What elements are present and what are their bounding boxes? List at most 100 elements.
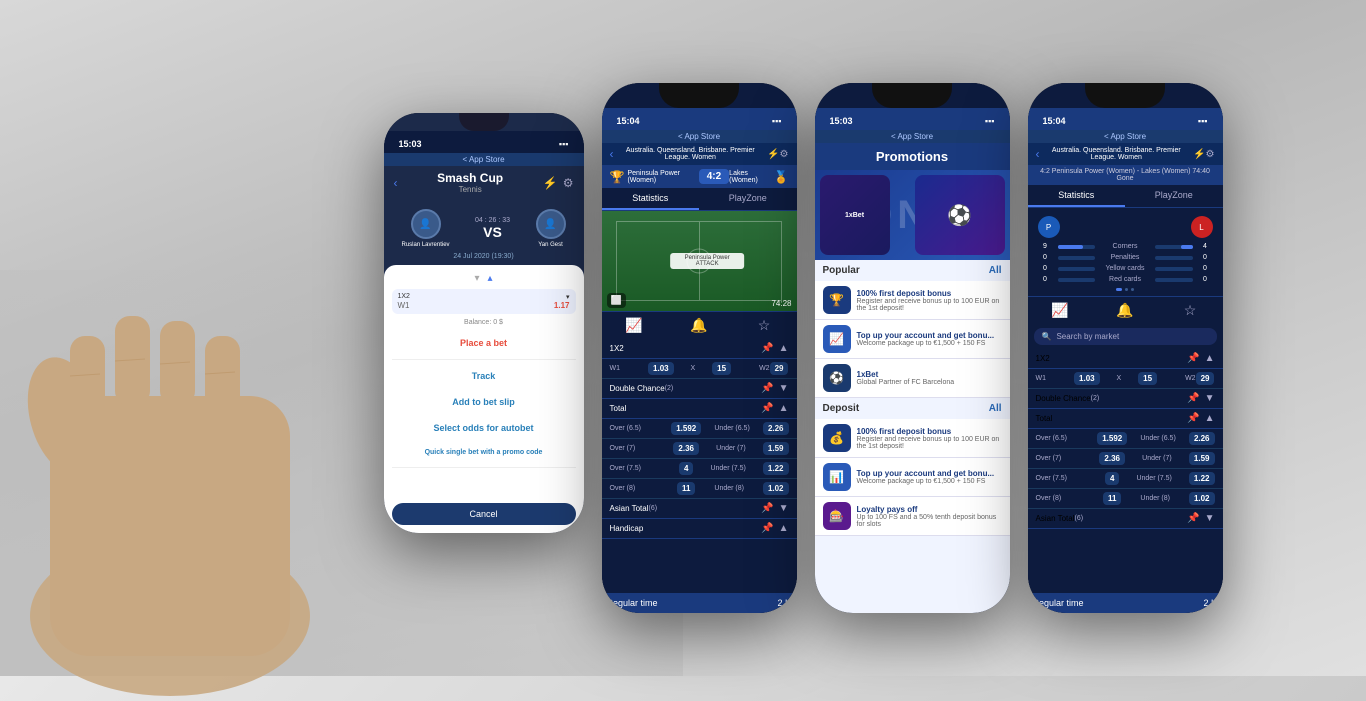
phone-2-settings[interactable]: ⚙: [780, 149, 789, 160]
phone-3-screen: 15:03 ▪▪▪ < App Store Promotions BONUS ⚽: [815, 83, 1010, 613]
cancel-button[interactable]: Cancel: [392, 503, 576, 525]
p4-total-pin[interactable]: 📌: [1187, 413, 1199, 424]
promo-item-3[interactable]: ⚽ 1xBet Global Partner of FC Barcelona: [815, 359, 1010, 398]
p4-over8-val[interactable]: 11: [1103, 492, 1121, 505]
promo-button[interactable]: Quick single bet with a promo code: [392, 443, 576, 462]
p4-w2-val[interactable]: 29: [1196, 372, 1215, 385]
w2-val[interactable]: 29: [770, 362, 789, 375]
1x2-label: 1X2: [610, 344, 624, 353]
collapse-icon[interactable]: ▲: [779, 343, 789, 354]
nav-star[interactable]: ☆: [732, 317, 797, 334]
bet-odds-val: 1.17: [554, 301, 570, 310]
double-chance-pin[interactable]: 📌: [761, 383, 773, 394]
phone-4-lightning[interactable]: ⚡: [1193, 149, 1205, 160]
phone-4-pin[interactable]: 📌: [1187, 353, 1199, 364]
1x2-odds-row: W1 1.03 X 15 W2 29: [602, 359, 797, 379]
phone-1-match-info: 👤 Ruslan Lavrentiev 04 : 26 : 33 VS 👤 Ya…: [384, 199, 584, 265]
p4-over7-val[interactable]: 2.36: [1099, 452, 1125, 465]
deposit-all[interactable]: All: [989, 403, 1002, 414]
phone-4-notch: [1085, 83, 1165, 108]
promo-item-2[interactable]: 📈 Top up your account and get bonu... We…: [815, 320, 1010, 359]
phone-2-wrapper: 15:04 ▪▪▪ < App Store ‹ Australia. Queen…: [602, 83, 797, 613]
phone-1-back[interactable]: ‹: [394, 176, 398, 190]
phone-4-search[interactable]: 🔍 Search by market: [1034, 328, 1217, 345]
promo-item-1[interactable]: 🏆 100% first deposit bonus Register and …: [815, 281, 1010, 320]
double-chance-collapse[interactable]: ▼: [779, 383, 789, 394]
asian-pin[interactable]: 📌: [761, 503, 773, 514]
p4-under7-val[interactable]: 1.59: [1189, 452, 1215, 465]
phone-4-regular-time-bar: Regular time 2 H: [1028, 593, 1223, 613]
handicap-pin[interactable]: 📌: [761, 523, 773, 534]
place-bet-button[interactable]: Place a bet: [392, 332, 576, 354]
bet-type: W1: [398, 301, 410, 310]
phone-4-settings[interactable]: ⚙: [1206, 149, 1215, 160]
phone-2-back[interactable]: ‹: [610, 147, 614, 161]
nav-chart[interactable]: 📈: [602, 317, 667, 334]
popular-all[interactable]: All: [989, 265, 1002, 276]
under7-val[interactable]: 1.59: [763, 442, 789, 455]
p4-asian-pin[interactable]: 📌: [1187, 513, 1199, 524]
p4-under8-val[interactable]: 1.02: [1189, 492, 1215, 505]
track-button[interactable]: Track: [392, 365, 576, 387]
nav-bell[interactable]: 🔔: [667, 317, 732, 334]
promo-icon-1: 🏆: [823, 286, 851, 314]
p4-asian-collapse[interactable]: ▼: [1205, 513, 1215, 524]
settings-icon[interactable]: ⚙: [563, 176, 574, 190]
phone-2-tab-playzone[interactable]: PlayZone: [699, 188, 797, 210]
phone-4-app-store[interactable]: < App Store: [1028, 130, 1223, 143]
asian-collapse[interactable]: ▼: [779, 503, 789, 514]
phone-2-lightning[interactable]: ⚡: [767, 149, 779, 160]
deposit-item-1[interactable]: 💰 100% first deposit bonus Register and …: [815, 419, 1010, 458]
phone-2-tab-statistics[interactable]: Statistics: [602, 188, 700, 210]
phone-3-promo-header: Promotions: [815, 143, 1010, 170]
under75-val[interactable]: 1.22: [763, 462, 789, 475]
phone-4-tab-statistics[interactable]: Statistics: [1028, 185, 1126, 207]
phone-4-nav-bell[interactable]: 🔔: [1093, 302, 1158, 319]
penalties-left-val: 0: [1038, 254, 1053, 261]
deposit-item-3[interactable]: 🎰 Loyalty pays off Up to 100 FS and a 50…: [815, 497, 1010, 536]
deposit-item-2[interactable]: 📊 Top up your account and get bonu... We…: [815, 458, 1010, 497]
p4-over65-val[interactable]: 1.592: [1097, 432, 1127, 445]
over8-val[interactable]: 11: [677, 482, 695, 495]
autobet-button[interactable]: Select odds for autobet: [392, 417, 576, 439]
p4-total-collapse[interactable]: ▲: [1205, 413, 1215, 424]
w1-val[interactable]: 1.03: [648, 362, 674, 375]
total-pin[interactable]: 📌: [761, 403, 773, 414]
phone-1-time: 15:03: [399, 139, 422, 149]
p4-w1-val[interactable]: 1.03: [1074, 372, 1100, 385]
p4-over75-val[interactable]: 4: [1105, 472, 1119, 485]
total-collapse[interactable]: ▲: [779, 403, 789, 414]
yellow-right-val: 0: [1198, 265, 1213, 272]
over75-val[interactable]: 4: [679, 462, 693, 475]
player-2-avatar: 👤: [536, 209, 566, 239]
phone-3-app-store[interactable]: < App Store: [815, 130, 1010, 143]
w1-label: W1: [610, 365, 649, 372]
phone-3-icons: ▪▪▪: [985, 116, 995, 126]
phone-4-nav-chart[interactable]: 📈: [1028, 302, 1093, 319]
team-logos-right: L: [1191, 216, 1213, 238]
under65-val[interactable]: 2.26: [763, 422, 789, 435]
x-val[interactable]: 15: [712, 362, 731, 375]
p4-x-val[interactable]: 15: [1138, 372, 1157, 385]
handicap-collapse[interactable]: ▲: [779, 523, 789, 534]
p4-under75-label: Under (7.5): [1119, 475, 1188, 482]
p4-double-pin[interactable]: 📌: [1187, 393, 1199, 404]
field-icon[interactable]: ⬜: [607, 293, 626, 308]
under8-val[interactable]: 1.02: [763, 482, 789, 495]
add-slip-button[interactable]: Add to bet slip: [392, 391, 576, 413]
bet-slip-controls: ▾ ▴: [392, 273, 576, 284]
phone-2-app-store[interactable]: < App Store: [602, 130, 797, 143]
pin-icon[interactable]: 📌: [761, 343, 773, 354]
phone-4-nav-star[interactable]: ☆: [1158, 302, 1223, 319]
phone-4-collapse[interactable]: ▲: [1205, 353, 1215, 364]
lightning-icon[interactable]: ⚡: [543, 176, 558, 190]
phone-1-app-store[interactable]: < App Store: [384, 153, 584, 166]
over65-val[interactable]: 1.592: [671, 422, 701, 435]
p4-under75-val[interactable]: 1.22: [1189, 472, 1215, 485]
p4-over65-label: Over (6.5): [1036, 435, 1098, 442]
phone-4-tab-playzone[interactable]: PlayZone: [1125, 185, 1223, 207]
p4-under65-val[interactable]: 2.26: [1189, 432, 1215, 445]
over7-val[interactable]: 2.36: [673, 442, 699, 455]
p4-double-collapse[interactable]: ▼: [1205, 393, 1215, 404]
phone-4-back[interactable]: ‹: [1036, 147, 1040, 161]
